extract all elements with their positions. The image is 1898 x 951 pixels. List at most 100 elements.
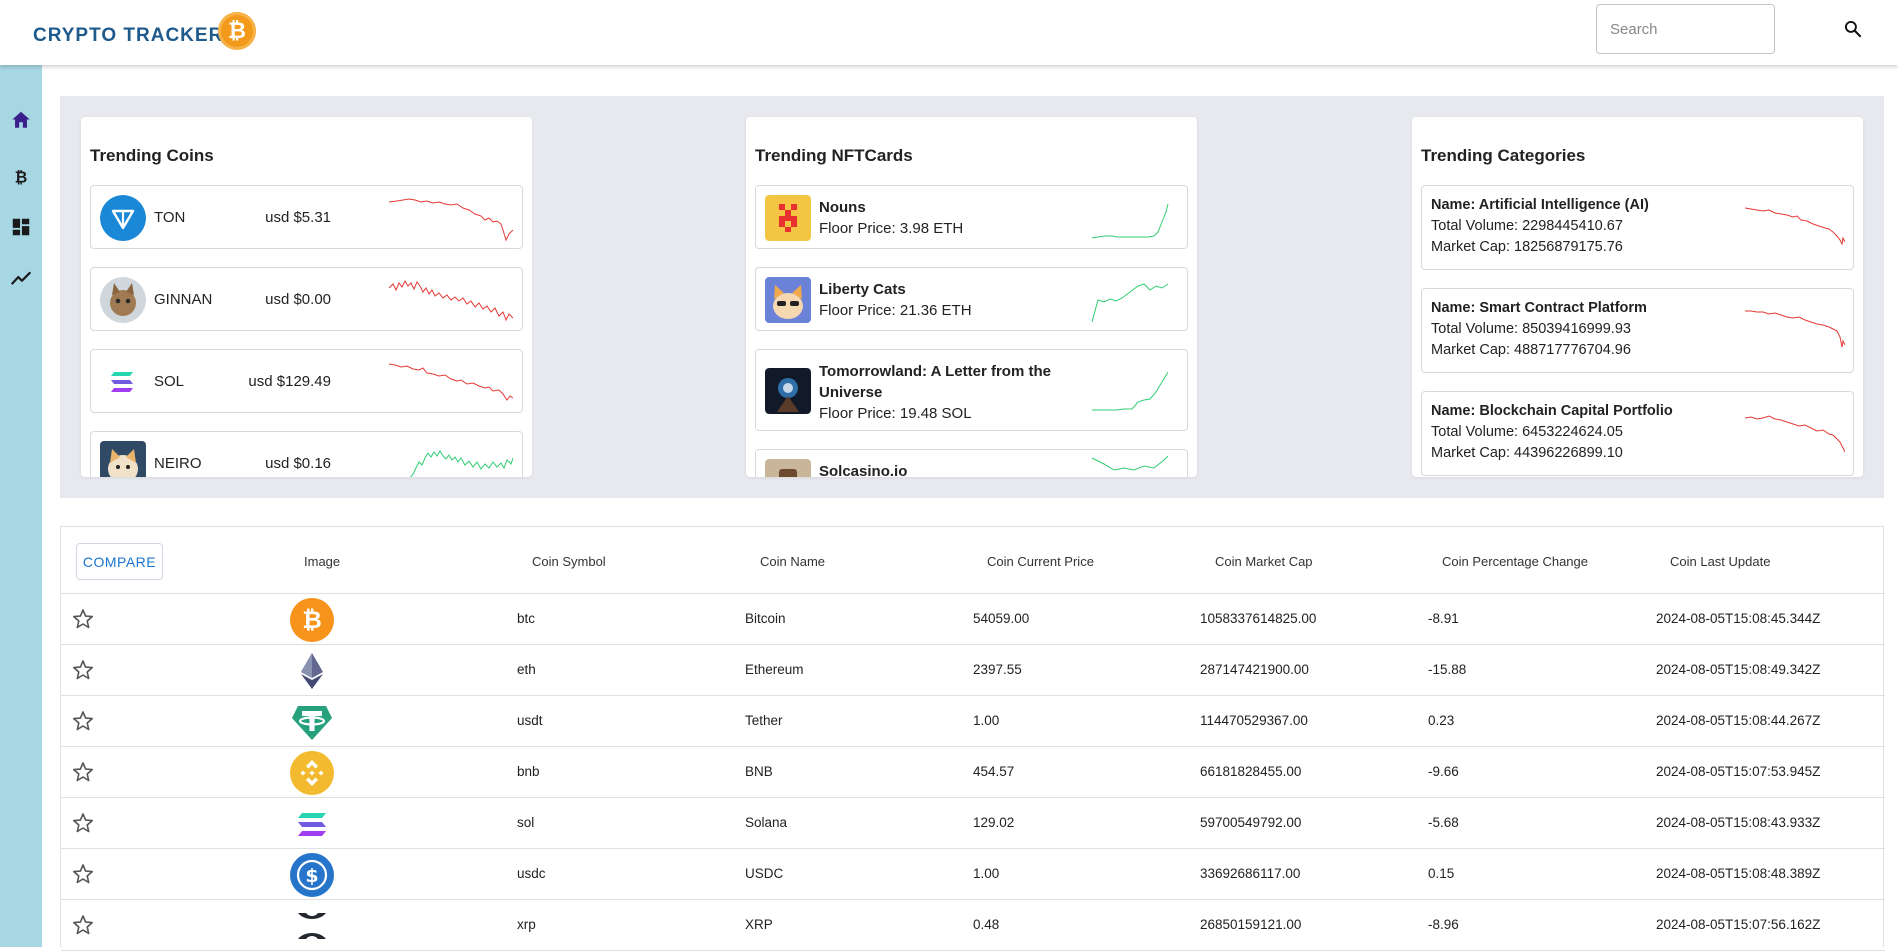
- coin-price: usd $0.16: [265, 455, 331, 472]
- solcasino-logo-icon: [765, 459, 811, 477]
- coin-last-update: 2024-08-05T15:08:49.342Z: [1656, 662, 1821, 677]
- sparkline-chart: [1091, 456, 1169, 471]
- star-outline-icon[interactable]: [71, 760, 95, 784]
- sparkline-chart: [389, 279, 514, 322]
- compare-button[interactable]: COMPARE: [76, 543, 163, 580]
- star-outline-icon[interactable]: [71, 811, 95, 835]
- column-header-percentage-change[interactable]: Coin Percentage Change: [1442, 554, 1588, 569]
- search-icon[interactable]: [1843, 19, 1863, 39]
- trending-category-item[interactable]: Name: Smart Contract Platform Total Volu…: [1421, 288, 1854, 373]
- bitcoin-logo-icon: ₿: [218, 12, 256, 50]
- nft-name: Liberty Cats Floor Price: 21.36 ETH: [819, 279, 1074, 321]
- coin-price: 2397.55: [973, 662, 1022, 677]
- coin-name: Solana: [745, 815, 788, 830]
- trending-up-icon[interactable]: [10, 267, 32, 289]
- star-outline-icon[interactable]: [71, 607, 95, 631]
- sparkline-chart: [1745, 310, 1845, 348]
- card-title: Trending Coins: [90, 146, 214, 165]
- coin-name: NEIRO: [154, 455, 202, 472]
- coin-name: USDC: [745, 866, 784, 881]
- neiro-dog-logo-icon: [100, 441, 146, 477]
- coin-symbol: eth: [517, 662, 536, 677]
- coin-price: 129.02: [973, 815, 1015, 830]
- bitcoin-icon[interactable]: ₿: [10, 166, 32, 188]
- coin-price: usd $0.00: [265, 291, 331, 308]
- app-title: CRYPTO TRACKER: [33, 25, 224, 46]
- coin-symbol: sol: [517, 815, 535, 830]
- nft-floor-price: Floor Price: 21.36 ETH: [819, 302, 972, 319]
- coin-percentage-change: -15.88: [1428, 662, 1467, 677]
- trending-coin-item[interactable]: GINNAN usd $0.00: [90, 267, 523, 331]
- table-row[interactable]: bnb BNB 454.57 66181828455.00 -9.66 2024…: [61, 747, 1885, 798]
- ethereum-logo-icon: [301, 653, 323, 689]
- coin-last-update: 2024-08-05T15:07:56.162Z: [1656, 917, 1821, 932]
- category-volume: Total Volume: 2298445410.67: [1431, 218, 1623, 234]
- table-row[interactable]: usdt Tether 1.00 114470529367.00 0.23 20…: [61, 696, 1885, 747]
- category-details: Name: Blockchain Capital Portfolio Total…: [1431, 401, 1673, 464]
- trending-nft-item[interactable]: Tomorrowland: A Letter from the Universe…: [755, 349, 1188, 431]
- coin-market-cap: 33692686117.00: [1200, 866, 1301, 881]
- coin-market-cap: 1058337614825.00: [1200, 611, 1317, 626]
- table-row[interactable]: ₿ btc Bitcoin 54059.00 1058337614825.00 …: [61, 594, 1885, 645]
- nft-name: Solcasino.io: [819, 463, 908, 477]
- table-row[interactable]: $ usdc USDC 1.00 33692686117.00 0.15 202…: [61, 849, 1885, 900]
- trending-nft-item[interactable]: Liberty Cats Floor Price: 21.36 ETH: [755, 267, 1188, 331]
- category-details: Name: Smart Contract Platform Total Volu…: [1431, 298, 1647, 361]
- coin-price: 1.00: [973, 713, 1000, 728]
- nft-name: Tomorrowland: A Letter from the Universe…: [819, 361, 1074, 424]
- trending-coin-item[interactable]: SOL usd $129.49: [90, 349, 523, 413]
- coin-percentage-change: -8.96: [1428, 917, 1459, 932]
- category-market-cap: Market Cap: 488717776704.96: [1431, 342, 1631, 358]
- card-title: Trending Categories: [1421, 146, 1586, 165]
- coin-symbol: usdt: [517, 713, 543, 728]
- trending-nft-item[interactable]: Solcasino.io: [755, 449, 1188, 477]
- table-header: COMPARE Image Coin Symbol Coin Name Coin…: [61, 527, 1885, 594]
- ton-logo-icon: [100, 195, 146, 241]
- table-row[interactable]: xrp XRP 0.48 26850159121.00 -8.96 2024-0…: [61, 900, 1885, 951]
- star-outline-icon[interactable]: [71, 913, 95, 937]
- search-input[interactable]: [1596, 4, 1775, 54]
- coin-last-update: 2024-08-05T15:07:53.945Z: [1656, 764, 1821, 779]
- trending-coins-card: Trending Coins TON usd $5.31 GINNAN usd …: [81, 117, 532, 477]
- trending-coin-item[interactable]: NEIRO usd $0.16: [90, 431, 523, 477]
- column-header-symbol[interactable]: Coin Symbol: [532, 554, 606, 569]
- bitcoin-logo-icon: ₿: [290, 598, 334, 642]
- bnb-logo-icon: [290, 751, 334, 795]
- coin-market-cap: 66181828455.00: [1200, 764, 1302, 779]
- sparkline-chart: [410, 450, 514, 477]
- table-row[interactable]: eth Ethereum 2397.55 287147421900.00 -15…: [61, 645, 1885, 696]
- home-icon[interactable]: [10, 109, 32, 131]
- coin-last-update: 2024-08-05T15:08:45.344Z: [1656, 611, 1821, 626]
- coin-percentage-change: 0.15: [1428, 866, 1455, 881]
- coin-symbol: bnb: [517, 764, 540, 779]
- trending-category-item[interactable]: Name: Artificial Intelligence (AI) Total…: [1421, 185, 1854, 270]
- coin-name: TON: [154, 209, 186, 226]
- coin-price: 1.00: [973, 866, 1000, 881]
- category-volume: Total Volume: 85039416999.93: [1431, 321, 1631, 337]
- top-app-bar: CRYPTO TRACKER ₿: [0, 0, 1898, 65]
- trending-categories-card: Trending Categories Name: Artificial Int…: [1412, 117, 1863, 477]
- svg-text:₿: ₿: [302, 606, 322, 634]
- column-header-image[interactable]: Image: [304, 554, 340, 569]
- star-outline-icon[interactable]: [71, 862, 95, 886]
- category-volume: Total Volume: 6453224624.05: [1431, 424, 1623, 440]
- category-name: Name: Artificial Intelligence (AI): [1431, 197, 1649, 213]
- column-header-price[interactable]: Coin Current Price: [987, 554, 1094, 569]
- column-header-last-update[interactable]: Coin Last Update: [1670, 554, 1770, 569]
- category-name: Name: Blockchain Capital Portfolio: [1431, 403, 1673, 419]
- trending-nft-item[interactable]: Nouns Floor Price: 3.98 ETH: [755, 185, 1188, 249]
- coin-last-update: 2024-08-05T15:08:44.267Z: [1656, 713, 1821, 728]
- dashboard-icon[interactable]: [10, 216, 32, 238]
- trending-coin-item[interactable]: TON usd $5.31: [90, 185, 523, 249]
- coin-percentage-change: 0.23: [1428, 713, 1455, 728]
- star-outline-icon[interactable]: [71, 709, 95, 733]
- column-header-name[interactable]: Coin Name: [760, 554, 825, 569]
- sparkline-chart: [1745, 207, 1845, 246]
- trending-category-item[interactable]: Name: Blockchain Capital Portfolio Total…: [1421, 391, 1854, 476]
- table-row[interactable]: sol Solana 129.02 59700549792.00 -5.68 2…: [61, 798, 1885, 849]
- coins-table: COMPARE Image Coin Symbol Coin Name Coin…: [60, 526, 1885, 951]
- coin-name: Tether: [745, 713, 783, 728]
- sidebar: ₿: [0, 65, 42, 947]
- column-header-market-cap[interactable]: Coin Market Cap: [1215, 554, 1313, 569]
- star-outline-icon[interactable]: [71, 658, 95, 682]
